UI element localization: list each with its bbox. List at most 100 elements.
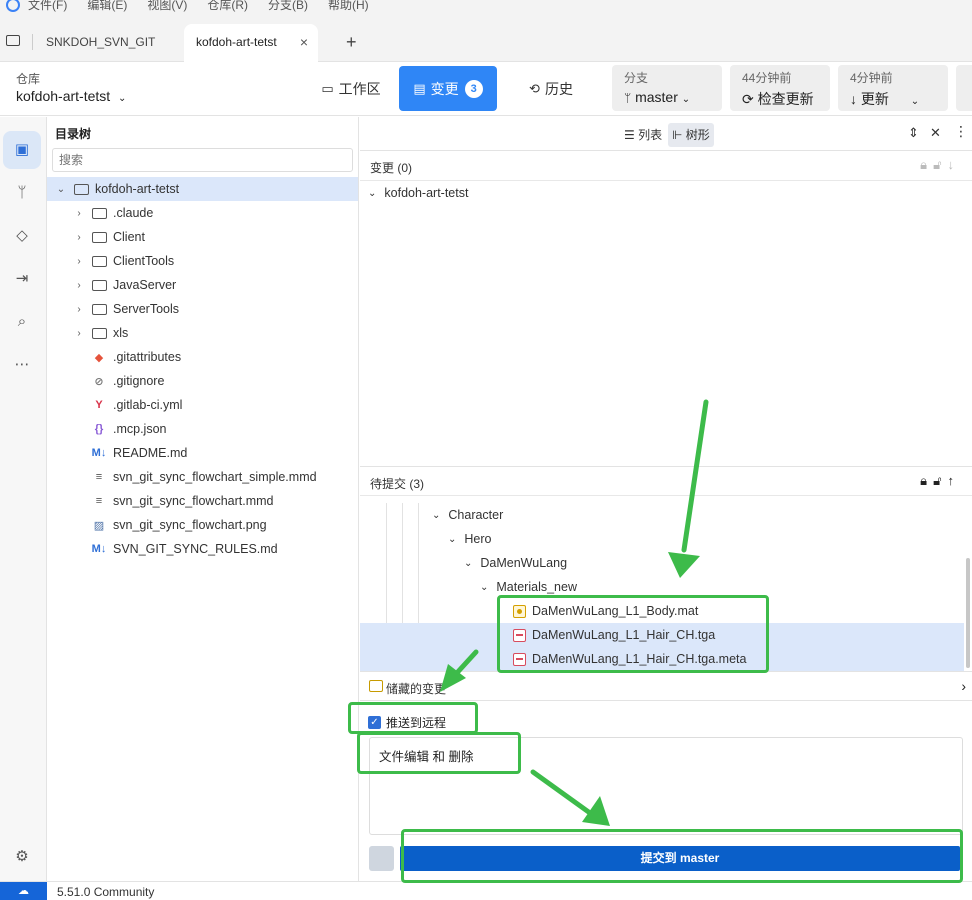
chevron-down-icon[interactable]: ⌄	[480, 582, 488, 593]
branch-label: 分支	[624, 71, 649, 85]
push-remote-option[interactable]: ✓ 推送到远程	[368, 714, 446, 731]
tree-item[interactable]: › Client	[47, 225, 358, 249]
list-view-toggle[interactable]: ☰ 列表	[620, 123, 666, 147]
tree-item[interactable]: M↓ README.md	[47, 441, 358, 465]
chevron-right-icon[interactable]: ›	[73, 328, 85, 339]
chevron-down-icon[interactable]: ⌄	[464, 558, 472, 569]
close-icon[interactable]: ×	[300, 24, 308, 60]
chevron-right-icon[interactable]: ›	[73, 304, 85, 315]
menu-repo[interactable]: 仓库(R)	[207, 0, 248, 13]
chevron-down-icon[interactable]: ⌄	[368, 188, 376, 199]
unstaged-root-row[interactable]: ⌄ kofdoh-art-tetst	[368, 181, 468, 205]
chevron-right-icon[interactable]: ›	[73, 208, 85, 219]
tree-item[interactable]: › xls	[47, 321, 358, 345]
tree-item-label: README.md	[113, 446, 188, 460]
staged-file-row[interactable]: DaMenWuLang_L1_Hair_CH.tga	[513, 623, 715, 647]
arrow-down-icon[interactable]: ↓	[948, 157, 961, 172]
tree-root[interactable]: ⌄ kofdoh-art-tetst	[47, 177, 358, 201]
workspace-button[interactable]: ▭ 工作区	[316, 66, 386, 111]
fetch-button[interactable]: 44分钟前 ⟳ 检查更新	[730, 65, 830, 111]
new-tab-button[interactable]: +	[334, 24, 369, 62]
chevron-down-icon: ⌄	[118, 93, 127, 104]
folder-icon[interactable]	[6, 35, 20, 46]
chevron-down-icon[interactable]: ⌄	[911, 96, 919, 107]
tag-icon[interactable]: ◇	[10, 224, 34, 248]
staged-file-row[interactable]: DaMenWuLang_L1_Hair_CH.tga.meta	[513, 647, 746, 671]
staged-folder-label: DaMenWuLang	[480, 556, 568, 570]
tree-item[interactable]: {} .mcp.json	[47, 417, 358, 441]
staged-file-row[interactable]: DaMenWuLang_L1_Body.mat	[513, 599, 698, 623]
tree-item[interactable]: › ClientTools	[47, 249, 358, 273]
expand-all-icon[interactable]: ⇕	[908, 125, 919, 141]
tree-item[interactable]: ≡ svn_git_sync_flowchart.mmd	[47, 489, 358, 513]
changes-button[interactable]: ▤ 变更 3	[399, 66, 497, 111]
document-icon: ▤	[413, 80, 426, 96]
repository-icon[interactable]: ▣	[3, 131, 41, 169]
chevron-right-icon[interactable]: ›	[73, 280, 85, 291]
cloud-icon[interactable]: ☁	[0, 882, 47, 900]
tree-item[interactable]: › JavaServer	[47, 273, 358, 297]
chevron-down-icon[interactable]: ⌄	[55, 184, 67, 195]
unlock-icon[interactable]: 🔓︎	[933, 157, 947, 172]
staged-folder-row[interactable]: ⌄ DaMenWuLang	[464, 551, 567, 575]
menu-file[interactable]: 文件(F)	[28, 0, 67, 13]
history-button[interactable]: ⟲ 历史	[516, 66, 586, 111]
staged-folder-row[interactable]: ⌄ Materials_new	[480, 575, 577, 599]
tree-item[interactable]: ◆ .gitattributes	[47, 345, 358, 369]
stash-label: 储藏的变更	[386, 682, 447, 696]
tab-kofdoh-art-tetst[interactable]: kofdoh-art-tetst ×	[184, 24, 318, 62]
stash-icon[interactable]: ⇥	[10, 267, 34, 291]
unstaged-root-label: kofdoh-art-tetst	[384, 186, 469, 200]
chevron-right-icon[interactable]: ›	[73, 232, 85, 243]
changes-label: 变更	[430, 80, 459, 97]
chevron-right-icon[interactable]: ›	[961, 678, 966, 694]
tab-snkdoh-svn-git[interactable]: SNKDOH_SVN_GIT	[34, 24, 167, 62]
gear-icon[interactable]: ⚙	[10, 845, 34, 869]
chevron-down-icon[interactable]: ⌄	[432, 510, 440, 521]
commit-message-input[interactable]: 文件编辑 和 删除	[369, 737, 963, 835]
lock-icon[interactable]: 🔒︎	[920, 157, 933, 172]
tree-item[interactable]: ▨ svn_git_sync_flowchart.png	[47, 513, 358, 537]
scrollbar[interactable]	[966, 558, 970, 668]
more-vertical-icon[interactable]: ⋮	[954, 123, 968, 140]
stash-row[interactable]: 储藏的变更 ›	[360, 671, 972, 701]
collapse-all-icon[interactable]: ✕	[930, 125, 941, 141]
tree-icon: ⊩	[672, 128, 683, 142]
chevron-right-icon[interactable]: ›	[73, 256, 85, 267]
more-icon[interactable]: ⋯	[10, 353, 34, 377]
list-view-label: 列表	[638, 128, 663, 142]
tree-view-toggle[interactable]: ⊩ 树形	[668, 123, 714, 147]
changes-count-badge: 3	[464, 79, 483, 98]
branch-selector[interactable]: 分支 ᛘ master ⌄	[612, 65, 722, 111]
unlock-icon[interactable]: 🔓︎	[933, 473, 947, 488]
push-button[interactable]	[956, 65, 972, 111]
menu-edit[interactable]: 编辑(E)	[87, 0, 127, 13]
tree-item-label: .gitlab-ci.yml	[113, 398, 183, 412]
folder-icon	[91, 231, 107, 244]
arrow-up-icon[interactable]: ↑	[948, 473, 961, 488]
pull-button[interactable]: 4分钟前 ↓ 更新 ⌄	[838, 65, 948, 111]
menu-help[interactable]: 帮助(H)	[328, 0, 369, 13]
tree-search-input[interactable]	[52, 148, 353, 172]
commit-button[interactable]: 提交到 master	[400, 846, 960, 871]
tree-item[interactable]: › .claude	[47, 201, 358, 225]
tree-item[interactable]: ⊘ .gitignore	[47, 369, 358, 393]
tree-item[interactable]: › ServerTools	[47, 297, 358, 321]
chevron-down-icon: ⌄	[681, 94, 691, 105]
chevron-down-icon[interactable]: ⌄	[448, 534, 456, 545]
tree-item[interactable]: M↓ SVN_GIT_SYNC_RULES.md	[47, 537, 358, 561]
repo-selector[interactable]: kofdoh-art-tetst ⌄	[16, 88, 126, 104]
tree-item[interactable]: ≡ svn_git_sync_flowchart_simple.mmd	[47, 465, 358, 489]
search-icon[interactable]: ⌕	[10, 310, 34, 334]
monitor-icon: ▭	[321, 80, 334, 96]
branch-icon: ᛘ	[624, 91, 632, 105]
lock-icon[interactable]: 🔒︎	[920, 473, 933, 488]
staged-folder-row[interactable]: ⌄ Hero	[448, 527, 491, 551]
deleted-icon	[513, 628, 526, 642]
branch-icon[interactable]: ᛘ	[10, 181, 34, 205]
push-remote-checkbox[interactable]: ✓	[368, 716, 381, 729]
staged-folder-row[interactable]: ⌄ Character	[432, 503, 503, 527]
tree-item[interactable]: Y .gitlab-ci.yml	[47, 393, 358, 417]
menu-view[interactable]: 视图(V)	[147, 0, 187, 13]
menu-branch[interactable]: 分支(B)	[268, 0, 308, 13]
